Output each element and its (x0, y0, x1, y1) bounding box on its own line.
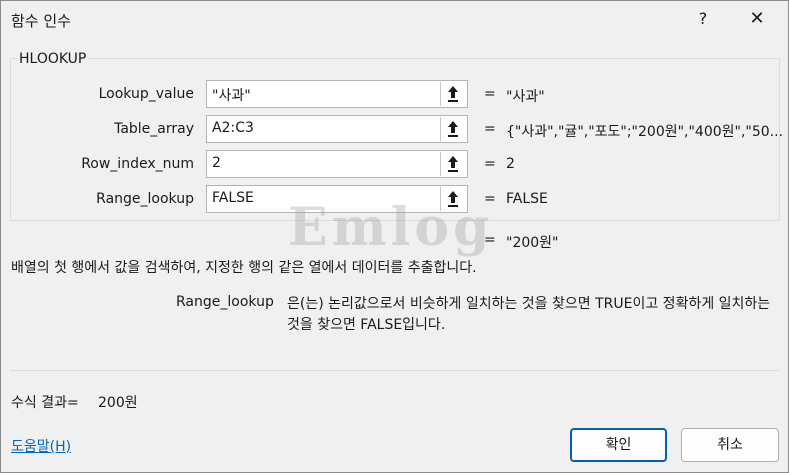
arg-label-range-lookup: Range_lookup (96, 191, 194, 207)
cancel-button[interactable]: 취소 (681, 428, 779, 462)
equals-sign: = (484, 232, 496, 248)
equals-sign: = (484, 86, 496, 102)
lookup-value-input[interactable]: "사과" (206, 80, 468, 108)
collapse-dialog-arrow-icon (448, 156, 458, 172)
formula-result-value: 200원 (98, 395, 138, 411)
collapse-dialog-arrow-icon (448, 86, 458, 102)
table-array-text: A2:C3 (212, 120, 254, 136)
divider (10, 370, 779, 371)
arg-label-row-index-num: Row_index_num (81, 156, 194, 172)
lookup-value-ref-button[interactable] (440, 82, 466, 106)
close-icon[interactable]: ✕ (745, 7, 769, 31)
formula-result-label: 수식 결과= (11, 395, 79, 411)
dialog-title: 함수 인수 (11, 12, 71, 30)
arg-help-name: Range_lookup (176, 294, 274, 310)
function-arguments-dialog: 함수 인수 ? ✕ HLOOKUP Lookup_value "사과" = "사… (0, 0, 789, 473)
equals-sign: = (484, 156, 496, 172)
row-index-num-ref-button[interactable] (440, 152, 466, 176)
help-question-icon[interactable]: ? (691, 7, 715, 31)
collapse-dialog-arrow-icon (448, 191, 458, 207)
ok-button[interactable]: 확인 (570, 428, 667, 462)
range-lookup-text: FALSE (212, 190, 254, 206)
collapse-dialog-arrow-icon (448, 121, 458, 137)
function-description: 배열의 첫 행에서 값을 검색하여, 지정한 행의 같은 열에서 데이터를 추출… (11, 260, 477, 276)
title-bar: 함수 인수 ? ✕ (1, 1, 788, 39)
arg-label-table-array: Table_array (114, 121, 194, 137)
lookup-value-text: "사과" (212, 88, 251, 104)
equals-sign: = (484, 191, 496, 207)
table-array-ref-button[interactable] (440, 117, 466, 141)
equals-sign: = (484, 121, 496, 137)
range-lookup-input[interactable]: FALSE (206, 185, 468, 213)
row-index-num-result: 2 (506, 156, 515, 172)
formula-value: "200원" (506, 235, 559, 251)
row-index-num-input[interactable]: 2 (206, 150, 468, 178)
range-lookup-result: FALSE (506, 191, 548, 207)
row-index-num-text: 2 (212, 155, 221, 171)
help-link[interactable]: 도움말(H) (11, 436, 71, 456)
table-array-result: {"사과","귤","포도";"200원","400원","50... (506, 124, 784, 140)
function-name-label: HLOOKUP (17, 51, 89, 67)
lookup-value-result: "사과" (506, 89, 545, 105)
arg-label-lookup-value: Lookup_value (98, 86, 194, 102)
table-array-input[interactable]: A2:C3 (206, 115, 468, 143)
arg-help-text: 은(는) 논리값으로서 비슷하게 일치하는 것을 찾으면 TRUE이고 정확하게… (287, 296, 771, 333)
range-lookup-ref-button[interactable] (440, 187, 466, 211)
